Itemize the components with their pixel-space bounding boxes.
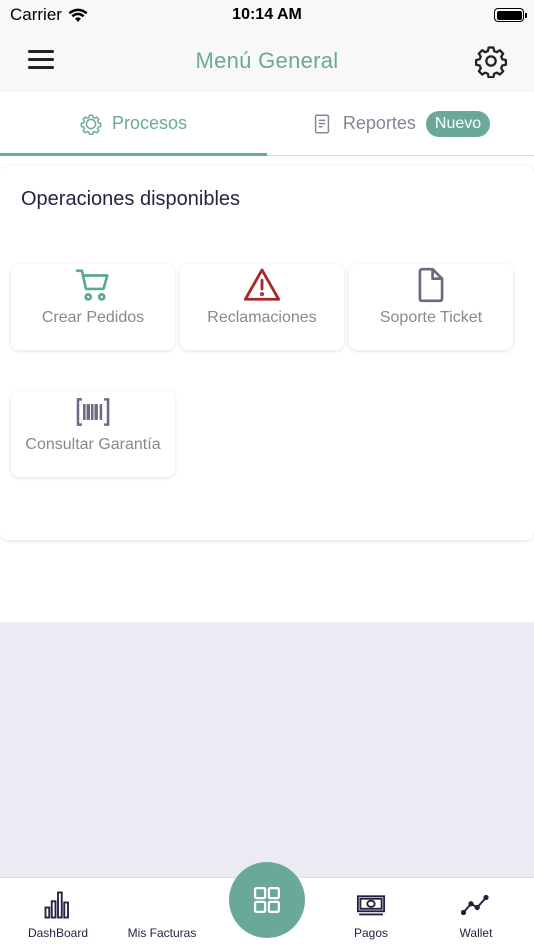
barcode-icon <box>76 398 110 426</box>
tile-label: Soporte Ticket <box>379 309 483 326</box>
trend-line-icon <box>461 894 489 916</box>
nav-header: Menú General <box>0 30 534 92</box>
menu-icon-line <box>28 66 54 69</box>
gear-outline-icon <box>80 114 102 135</box>
nav-dashboard[interactable]: DashBoard <box>8 878 108 950</box>
document-icon <box>418 267 444 303</box>
nav-wallet[interactable]: Wallet <box>426 878 526 950</box>
tab-procesos-label: Procesos <box>111 113 188 133</box>
tile-reclamaciones[interactable]: Reclamaciones <box>180 264 344 350</box>
nav-pagos-label: Pagos <box>353 926 389 940</box>
wifi-icon <box>68 8 88 22</box>
warning-icon <box>243 268 281 301</box>
tile-consultar-garantia[interactable]: Consultar Garantía <box>11 391 175 477</box>
tab-procesos[interactable]: Procesos <box>0 92 267 156</box>
grid-icon <box>254 887 280 913</box>
new-badge: Nuevo <box>425 110 491 137</box>
settings-button[interactable] <box>474 44 508 79</box>
nav-dashboard-label: DashBoard <box>27 926 89 940</box>
tile-crear-pedidos[interactable]: Crear Pedidos <box>11 264 175 350</box>
section-title: Operaciones disponibles <box>21 188 241 210</box>
tab-bar: Procesos Reportes Nuevo <box>0 92 534 156</box>
nav-mis-facturas-label: Mis Facturas <box>127 926 197 940</box>
operations-card: Operaciones disponibles Crear Pedidos Re… <box>0 166 534 540</box>
main-menu-fab-button[interactable] <box>229 862 305 938</box>
nav-mis-facturas[interactable]: Mis Facturas <box>112 878 212 950</box>
nav-wallet-label: Wallet <box>459 926 493 940</box>
status-bar: Carrier 10:14 AM <box>0 0 534 30</box>
tile-label: Crear Pedidos <box>41 309 145 326</box>
battery-icon <box>494 8 527 22</box>
report-icon <box>314 114 329 133</box>
tab-reportes-label: Reportes <box>342 113 416 133</box>
cart-icon <box>75 269 109 301</box>
tile-label: Consultar Garantía <box>25 436 161 453</box>
bar-chart-icon <box>44 891 69 919</box>
tab-reportes[interactable]: Reportes Nuevo <box>267 92 534 155</box>
hamburger-menu-button[interactable] <box>28 50 56 72</box>
nav-pagos[interactable]: Pagos <box>321 878 421 950</box>
menu-icon-line <box>28 50 54 53</box>
carrier-label: Carrier <box>10 5 62 24</box>
gear-icon <box>474 46 508 79</box>
cash-icon <box>356 895 386 916</box>
page-title: Menú General <box>195 48 339 73</box>
menu-icon-line <box>28 58 54 61</box>
tile-label: Reclamaciones <box>207 309 317 326</box>
tile-soporte-ticket[interactable]: Soporte Ticket <box>349 264 513 350</box>
